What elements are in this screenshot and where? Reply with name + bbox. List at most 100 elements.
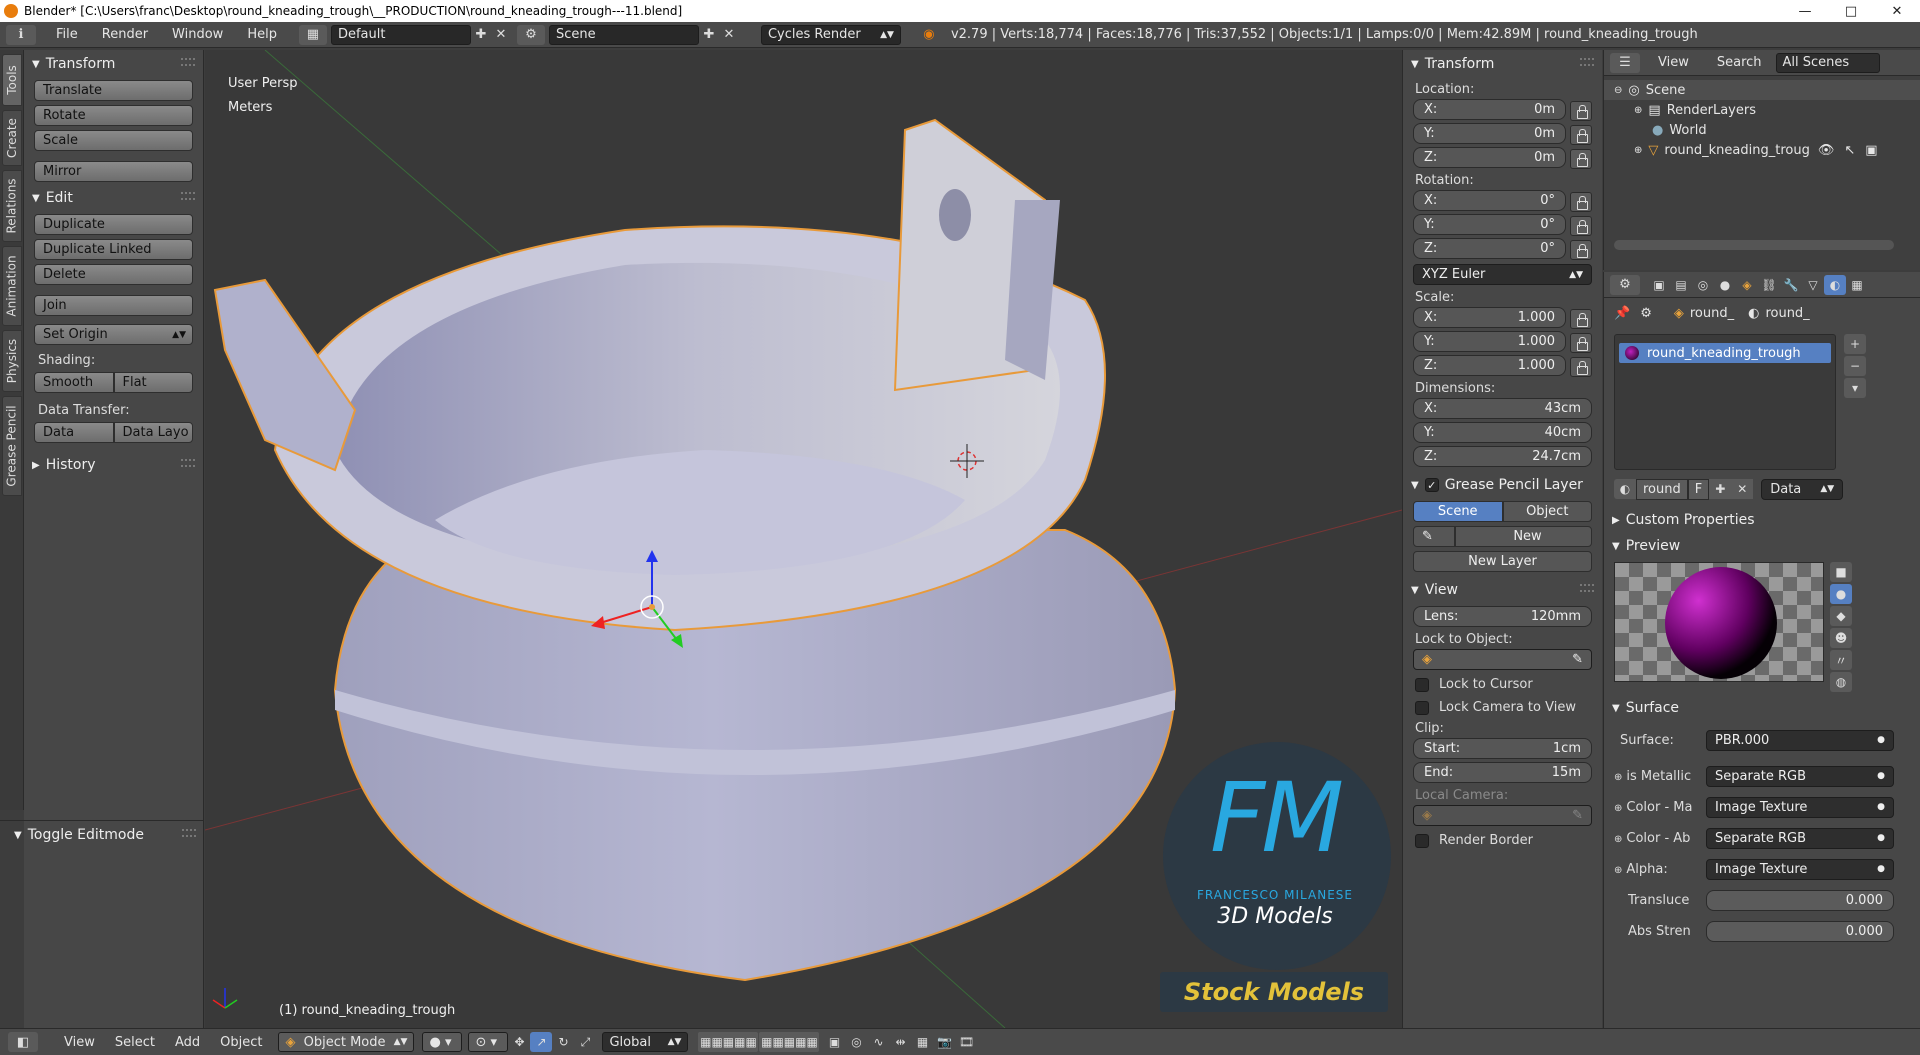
- set-origin-select[interactable]: Set Origin ▲▼: [34, 324, 193, 345]
- clip-end-field[interactable]: End: 15m: [1413, 762, 1592, 783]
- snap-target-icon[interactable]: ▦: [911, 1032, 933, 1052]
- constraints-tab-icon[interactable]: ⛓: [1758, 275, 1780, 295]
- mirror-button[interactable]: Mirror: [34, 161, 193, 182]
- lock-icon[interactable]: [1570, 192, 1592, 212]
- surface-shader-select[interactable]: PBR.000 ●: [1706, 729, 1894, 751]
- duplicate-button[interactable]: Duplicate: [34, 214, 193, 235]
- renderlayers-tab-icon[interactable]: ▤: [1670, 275, 1692, 295]
- lock-icon[interactable]: [1570, 101, 1592, 121]
- transform-panel-header[interactable]: ▼ Transform: [24, 52, 203, 76]
- visibility-eye-icon[interactable]: 👁: [1818, 143, 1835, 158]
- pivot-point-select[interactable]: ⊙ ▾: [468, 1032, 509, 1052]
- lock-icon[interactable]: [1570, 309, 1592, 329]
- lock-icon[interactable]: [1570, 240, 1592, 260]
- menu-help[interactable]: Help: [235, 27, 289, 42]
- input-color-ab-select[interactable]: Separate RGB ●: [1706, 827, 1894, 849]
- dimensions-z-field[interactable]: Z: 24.7cm: [1413, 446, 1592, 467]
- material-name-field[interactable]: round: [1636, 478, 1688, 500]
- input-alpha-select[interactable]: Image Texture ●: [1706, 858, 1894, 880]
- outliner-item-renderlayers[interactable]: ⊕ ▤ RenderLayers: [1604, 100, 1920, 120]
- preview-header[interactable]: ▼ Preview: [1604, 534, 1904, 558]
- tab-tools[interactable]: Tools: [2, 54, 22, 106]
- menu-view[interactable]: View: [54, 1035, 105, 1050]
- preview-hair-icon[interactable]: 〃: [1830, 650, 1852, 670]
- add-scene-icon[interactable]: ✚: [699, 25, 719, 45]
- tab-grease-pencil[interactable]: Grease Pencil: [2, 396, 22, 496]
- select-cursor-icon[interactable]: ↖: [1844, 143, 1855, 158]
- drag-grip-icon[interactable]: [181, 192, 195, 200]
- menu-file[interactable]: File: [44, 27, 90, 42]
- lock-icon[interactable]: [1570, 333, 1592, 353]
- preview-sky-icon[interactable]: ◍: [1830, 672, 1852, 692]
- rotation-x-field[interactable]: X: 0°: [1413, 190, 1566, 211]
- history-panel-header[interactable]: ▶ History: [24, 453, 203, 477]
- dimensions-x-field[interactable]: X: 43cm: [1413, 398, 1592, 419]
- lock-icon[interactable]: [1570, 125, 1592, 145]
- render-camera-icon[interactable]: ▣: [1865, 143, 1877, 158]
- gp-scene-button[interactable]: Scene: [1413, 501, 1503, 522]
- outliner-scrollbar[interactable]: [1614, 240, 1894, 250]
- edit-panel-header[interactable]: ▼ Edit: [24, 186, 203, 210]
- gp-object-button[interactable]: Object: [1502, 501, 1592, 522]
- data-button[interactable]: Data: [34, 422, 114, 443]
- data-layout-button[interactable]: Data Layo: [113, 422, 193, 443]
- flat-button[interactable]: Flat: [113, 372, 193, 393]
- tab-animation[interactable]: Animation: [2, 246, 22, 326]
- abs-strength-field[interactable]: 0.000: [1706, 920, 1894, 942]
- delete-button[interactable]: Delete: [34, 264, 193, 285]
- view-panel-header[interactable]: ▼ View: [1403, 578, 1602, 602]
- grease-pencil-checkbox[interactable]: ✓: [1424, 478, 1439, 492]
- dimensions-y-field[interactable]: Y: 40cm: [1413, 422, 1592, 443]
- data-tab-icon[interactable]: ▽: [1802, 275, 1824, 295]
- input-color-ma-select[interactable]: Image Texture ●: [1706, 796, 1894, 818]
- smooth-button[interactable]: Smooth: [34, 372, 114, 393]
- outliner-item-world[interactable]: ● World: [1604, 120, 1920, 140]
- rotate-manipulator-icon[interactable]: ↻: [552, 1032, 574, 1052]
- transform-orientation-select[interactable]: Global ▲▼: [602, 1032, 689, 1052]
- material-link-select[interactable]: Data ▲▼: [1761, 478, 1844, 500]
- duplicate-linked-button[interactable]: Duplicate Linked: [34, 239, 193, 260]
- material-slot-item[interactable]: round_kneading_trough: [1619, 343, 1831, 363]
- preview-cube-icon[interactable]: ◆: [1830, 606, 1852, 626]
- render-tab-icon[interactable]: ▣: [1648, 275, 1670, 295]
- menu-select[interactable]: Select: [105, 1035, 165, 1050]
- scale-x-field[interactable]: X: 1.000: [1413, 307, 1566, 328]
- 3d-viewport[interactable]: User Persp Meters (1) round_kneading_tro…: [205, 50, 1402, 1028]
- render-border-checkbox[interactable]: Render Border: [1403, 829, 1602, 852]
- editor-type-info-icon[interactable]: ℹ: [6, 24, 36, 45]
- close-window-button[interactable]: ✕: [1874, 0, 1920, 22]
- modifiers-tab-icon[interactable]: 🔧: [1780, 275, 1802, 295]
- menu-add[interactable]: Add: [165, 1035, 210, 1050]
- rotate-button[interactable]: Rotate: [34, 105, 193, 126]
- opengl-render-icon[interactable]: 📷: [933, 1032, 955, 1052]
- tab-physics[interactable]: Physics: [2, 330, 22, 392]
- lock-layers-icon[interactable]: ▣: [823, 1032, 845, 1052]
- custom-properties-header[interactable]: ▶ Custom Properties: [1604, 508, 1904, 532]
- opengl-anim-icon[interactable]: 🎞: [955, 1032, 977, 1052]
- manipulator-toggle-icon[interactable]: ✥: [508, 1032, 530, 1052]
- preview-sphere-icon[interactable]: ●: [1830, 584, 1852, 604]
- expand-icon[interactable]: ⊕: [1634, 145, 1642, 156]
- grease-pencil-header[interactable]: ▼ ✓ Grease Pencil Layer: [1403, 473, 1602, 497]
- drag-grip-icon[interactable]: [1580, 584, 1594, 592]
- slot-specials-icon[interactable]: ▾: [1844, 378, 1866, 398]
- outliner-view-menu[interactable]: View: [1658, 55, 1689, 70]
- n-transform-header[interactable]: ▼ Transform: [1403, 52, 1602, 76]
- object-tab-icon[interactable]: ◈: [1736, 275, 1758, 295]
- location-z-field[interactable]: Z: 0m: [1413, 147, 1566, 168]
- scale-y-field[interactable]: Y: 1.000: [1413, 331, 1566, 352]
- tab-create[interactable]: Create: [2, 110, 22, 166]
- eyedropper-icon[interactable]: ✎: [1572, 808, 1583, 823]
- editor-type-properties-icon[interactable]: ⚙: [1610, 274, 1640, 295]
- scale-button[interactable]: Scale: [34, 130, 193, 151]
- layers-group-2[interactable]: ▦▦▦▦▦: [759, 1032, 820, 1052]
- rotation-mode-select[interactable]: XYZ Euler ▲▼: [1413, 264, 1592, 285]
- preview-monkey-icon[interactable]: ☻: [1830, 628, 1852, 648]
- menu-window[interactable]: Window: [160, 27, 235, 42]
- lock-cursor-checkbox[interactable]: Lock to Cursor: [1403, 673, 1602, 696]
- scene-field[interactable]: Scene: [548, 24, 699, 45]
- screen-layout-icon[interactable]: ▦: [298, 24, 327, 45]
- local-camera-field[interactable]: ◈ ✎: [1413, 805, 1592, 826]
- add-slot-icon[interactable]: +: [1844, 334, 1866, 354]
- input-metallic-select[interactable]: Separate RGB ●: [1706, 765, 1894, 787]
